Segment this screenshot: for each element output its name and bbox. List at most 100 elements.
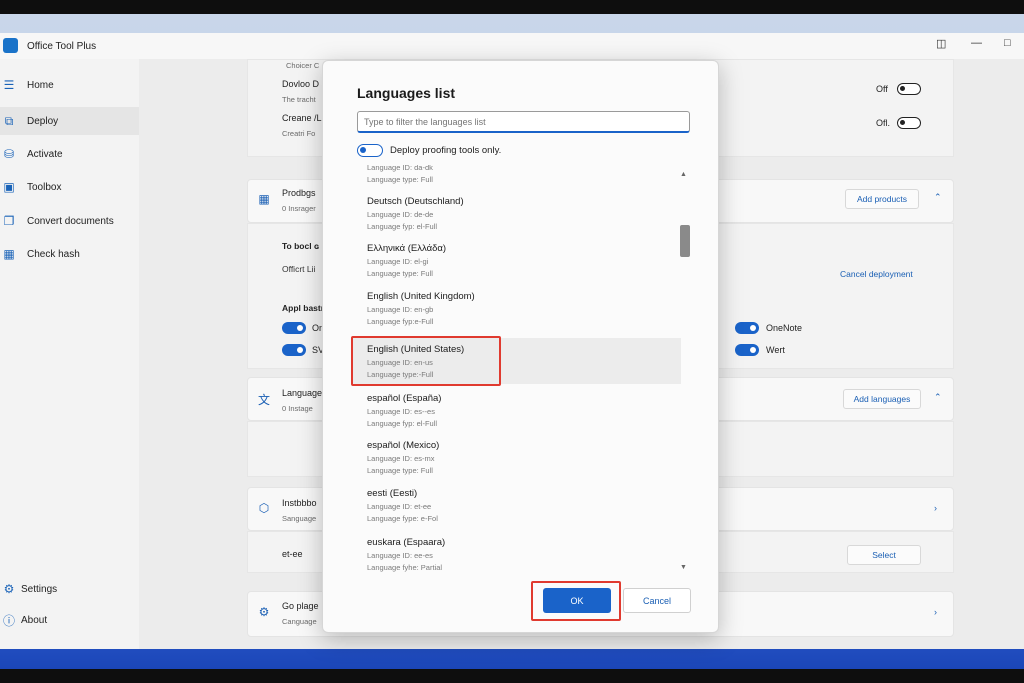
sidebar: ☰ Home ⧉ Deploy ⛁ Activate ▣ Toolbox ❐ C…	[0, 59, 139, 649]
language-type: Language fyp: el-Full	[367, 222, 438, 231]
minimize-icon[interactable]: —	[971, 37, 982, 49]
app-label: OneNote	[766, 323, 803, 333]
language-type: Language fype: e-Fol	[367, 514, 438, 523]
languages-title: Language	[282, 388, 323, 398]
app-title: Office Tool Plus	[27, 41, 97, 52]
list-item[interactable]: euskara (Espaara) Language ID: ee-es Lan…	[353, 531, 681, 573]
list-item[interactable]: español (España) Language ID: es--es Lan…	[353, 387, 681, 433]
option-toggle-1[interactable]	[897, 83, 921, 95]
list-item[interactable]: Language ID: da-dk Language type: Full	[353, 165, 681, 189]
language-type: Language type: Full	[367, 175, 433, 184]
select-button[interactable]: Select	[847, 545, 921, 565]
language-id: Language ID: en-gb	[367, 305, 434, 314]
apps-title: Appl bastr	[282, 303, 325, 313]
products-subtitle: 0 Insrager	[282, 204, 316, 213]
app-toggle-2[interactable]	[282, 344, 306, 356]
install-subtitle: Sanguage	[282, 514, 317, 523]
cancel-deployment-link[interactable]: Cancel deployment	[840, 269, 913, 279]
toggle-state-label: Ofl.	[876, 118, 891, 128]
convert-icon: ❐	[3, 214, 15, 228]
restore-icon[interactable]: ◫	[936, 37, 946, 50]
sidebar-item-about[interactable]: ⓘ About	[0, 606, 139, 634]
top-black-bar	[0, 0, 1024, 14]
language-name: Ελληνικά (Ελλάδα)	[367, 243, 447, 254]
sidebar-item-label: Activate	[27, 148, 63, 160]
option-title: Dovloo D	[282, 79, 320, 89]
selected-language-highlight	[351, 336, 501, 386]
scrollbar-thumb[interactable]	[680, 225, 690, 257]
sidebar-item-settings[interactable]: ⚙ Settings	[0, 575, 139, 603]
language-type: Language fyp:e-Full	[367, 317, 434, 326]
sidebar-item-activate[interactable]: ⛁ Activate	[0, 140, 139, 168]
install-value: et-ee	[282, 549, 303, 559]
scroll-up-arrow-icon[interactable]: ▲	[680, 171, 687, 178]
language-name: Deutsch (Deutschland)	[367, 196, 464, 207]
office-product-label: Officrt Lii	[282, 264, 316, 274]
language-name: español (Mexico)	[367, 440, 440, 451]
option-desc: The tracht	[282, 95, 316, 104]
office-tool-plus-logo-icon	[3, 38, 18, 53]
chevron-up-icon[interactable]: ⌃	[934, 392, 942, 403]
chevron-right-icon[interactable]: ›	[934, 607, 937, 617]
translate-icon: 文	[257, 392, 270, 407]
sidebar-item-toolbox[interactable]: ▣ Toolbox	[0, 173, 139, 201]
languages-list-dialog: Languages list Deploy proofing tools onl…	[322, 60, 719, 633]
proofing-tools-toggle[interactable]	[357, 144, 383, 157]
language-name: euskara (Espaara)	[367, 537, 446, 548]
language-name: English (United Kingdom)	[367, 291, 475, 302]
list-item[interactable]: Ελληνικά (Ελλάδα) Language ID: el-gi Lan…	[353, 237, 681, 283]
add-products-button[interactable]: Add products	[845, 189, 919, 209]
option-desc: Creatri Fo	[282, 129, 316, 138]
language-id: Language ID: el-gi	[367, 257, 429, 266]
sidebar-item-deploy[interactable]: ⧉ Deploy	[0, 107, 139, 135]
sidebar-item-label: Home	[27, 79, 54, 91]
dialog-title: Languages list	[357, 85, 456, 101]
app-label: Wert	[766, 345, 785, 355]
grid-icon: ▦	[258, 192, 270, 206]
word-toggle[interactable]	[735, 344, 759, 356]
hash-icon: ▦	[3, 247, 15, 261]
toolbox-icon: ▣	[3, 180, 15, 194]
language-filter-input[interactable]	[357, 111, 690, 133]
language-name: español (España)	[367, 393, 442, 404]
chevron-right-icon[interactable]: ›	[934, 503, 937, 513]
languages-subtitle: 0 Instage	[282, 404, 313, 413]
app-toggle-1[interactable]	[282, 322, 306, 334]
package-icon: ⬡	[258, 501, 270, 515]
onenote-toggle[interactable]	[735, 322, 759, 334]
sidebar-item-convert-documents[interactable]: ❐ Convert documents	[0, 207, 139, 235]
maximize-icon[interactable]: □	[1004, 37, 1011, 49]
list-item[interactable]: eesti (Eesti) Language ID: et-ee Languag…	[353, 482, 681, 528]
list-item[interactable]: English (United Kingdom) Language ID: en…	[353, 285, 681, 331]
language-type: Language fyhe: Partial	[367, 563, 443, 572]
bottom-black-bar	[0, 669, 1024, 683]
cancel-button[interactable]: Cancel	[623, 588, 691, 613]
sidebar-item-label: Toolbox	[27, 181, 62, 193]
add-languages-button[interactable]: Add languages	[843, 389, 921, 409]
language-type: Language type: Full	[367, 466, 433, 475]
gamepad-icon: ⛁	[3, 147, 15, 161]
gear-icon: ⚙	[258, 605, 270, 619]
title-bar: Office Tool Plus ◫ — □	[0, 33, 1024, 59]
language-type: Language fyp: el-Full	[367, 419, 438, 428]
option-toggle-2[interactable]	[897, 117, 921, 129]
list-item[interactable]: español (Mexico) Language ID: es-mx Lang…	[353, 434, 681, 480]
sidebar-item-label: Check hash	[27, 248, 80, 260]
language-id: Language ID: de-de	[367, 210, 434, 219]
list-item[interactable]: Deutsch (Deutschland) Language ID: de-de…	[353, 190, 681, 236]
gear-icon: ⚙	[3, 582, 15, 596]
language-type: Language type: Full	[367, 269, 433, 278]
proofing-tools-label: Deploy proofing tools only.	[390, 145, 502, 156]
chevron-up-icon[interactable]: ⌃	[934, 192, 942, 203]
go-page-subtitle: Canguage	[282, 617, 317, 626]
language-id: Language ID: ee-es	[367, 551, 433, 560]
language-name: eesti (Eesti)	[367, 488, 418, 499]
go-page-title: Go plage	[282, 601, 319, 611]
sidebar-item-check-hash[interactable]: ▦ Check hash	[0, 240, 139, 268]
sidebar-item-home[interactable]: ☰ Home	[0, 71, 139, 99]
language-id: Language ID: et-ee	[367, 502, 432, 511]
scroll-down-arrow-icon[interactable]: ▼	[680, 564, 687, 571]
language-id: Language ID: da-dk	[367, 165, 433, 172]
language-id: Language ID: es-mx	[367, 454, 435, 463]
install-title: Instbbbo	[282, 498, 317, 508]
